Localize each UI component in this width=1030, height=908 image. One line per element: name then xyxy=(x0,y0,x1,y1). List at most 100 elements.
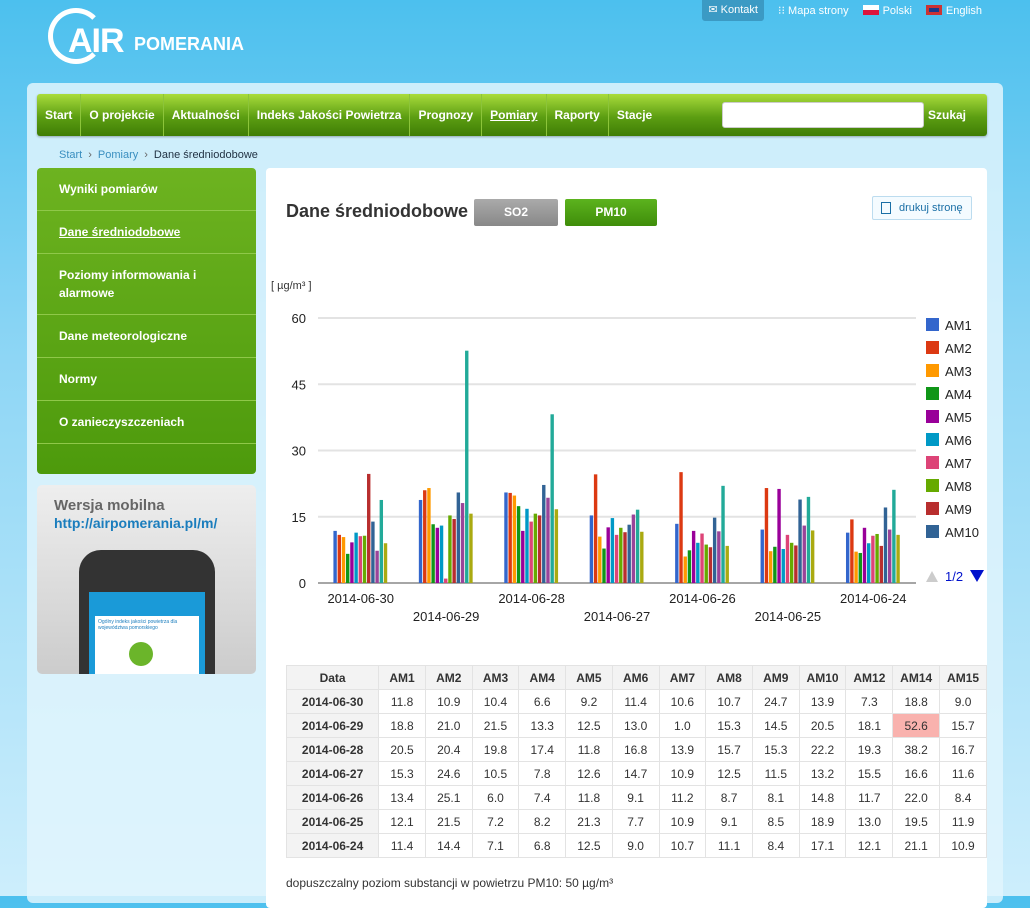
legend-label-AM9: AM9 xyxy=(945,502,972,517)
bar-AM3-2014-06-27 xyxy=(598,536,602,583)
phone-screen: Ogólny indeks jakości powietrza dla woje… xyxy=(89,592,205,674)
bar-AM15-2014-06-29 xyxy=(469,513,473,583)
bar-AM4-2014-06-24 xyxy=(858,552,862,583)
cell-value: 38.2 xyxy=(892,737,941,762)
legend-next-icon[interactable] xyxy=(970,570,984,582)
nav-stacje[interactable]: Stacje xyxy=(609,94,660,136)
row-date: 2014-06-28 xyxy=(285,737,380,762)
bar-AM5-2014-06-28 xyxy=(521,530,525,583)
sidebar-item-normy[interactable]: Normy xyxy=(37,358,256,401)
nav-pomiary[interactable]: Pomiary xyxy=(482,94,547,136)
sidebar-item-dane-sredniodobowe[interactable]: Dane średniodobowe xyxy=(37,211,256,254)
column-header: AM14 xyxy=(892,665,941,690)
nav-start[interactable]: Start xyxy=(37,94,82,136)
cell-value: 7.1 xyxy=(471,833,520,858)
cell-value: 15.3 xyxy=(751,737,800,762)
bar-AM4-2014-06-26 xyxy=(687,550,692,583)
sidebar-item-zanieczyszczenia[interactable]: O zanieczyszczeniach xyxy=(37,401,256,444)
breadcrumb-pomiary[interactable]: Pomiary xyxy=(98,149,138,161)
polski-link[interactable]: Polski xyxy=(862,4,912,17)
logo-air: AIR xyxy=(68,22,125,60)
bar-AM2-2014-06-27 xyxy=(593,474,598,583)
uk-flag-icon xyxy=(925,4,942,15)
english-link[interactable]: English xyxy=(925,4,982,17)
bar-AM6-2014-06-27 xyxy=(610,518,615,583)
bar-AM14-2014-06-28 xyxy=(550,414,554,583)
bar-AM1-2014-06-28 xyxy=(504,492,508,583)
bar-AM1-2014-06-25 xyxy=(760,529,764,583)
search-button[interactable]: Szukaj xyxy=(920,94,974,136)
column-header: Data xyxy=(285,665,380,690)
x-tick-label: 2014-06-30 xyxy=(327,591,394,606)
cell-value: 10.7 xyxy=(705,689,753,714)
legend-swatch-AM2 xyxy=(926,341,939,354)
y-tick-label: 45 xyxy=(292,377,306,392)
cell-value: 18.1 xyxy=(845,713,894,738)
sidebar-item-meteo[interactable]: Dane meteorologiczne xyxy=(37,315,256,358)
legend-label-AM8: AM8 xyxy=(945,479,972,494)
breadcrumb: Start › Pomiary › Dane średniodobowe xyxy=(59,149,258,161)
legend-label-AM1: AM1 xyxy=(945,318,972,333)
cell-value: 19.8 xyxy=(471,737,520,762)
nav-raporty[interactable]: Raporty xyxy=(547,94,609,136)
x-tick-label: 2014-06-25 xyxy=(755,609,822,624)
search-input[interactable] xyxy=(722,102,924,128)
bar-AM14-2014-06-25 xyxy=(806,496,811,583)
cell-value: 9.1 xyxy=(705,809,753,834)
bar-AM6-2014-06-25 xyxy=(781,548,785,583)
cell-value: 7.3 xyxy=(845,689,894,714)
cell-value: 11.1 xyxy=(705,833,753,858)
kontakt-link[interactable]: ✉ Kontakt xyxy=(702,0,764,21)
bar-AM4-2014-06-30 xyxy=(346,553,350,583)
row-date: 2014-06-27 xyxy=(285,761,380,786)
y-tick-label: 30 xyxy=(292,444,306,459)
nav-indeks[interactable]: Indeks Jakości Powietrza xyxy=(249,94,411,136)
bar-AM3-2014-06-28 xyxy=(512,495,517,583)
bar-AM12-2014-06-25 xyxy=(802,525,806,583)
sitemap-link[interactable]: ⁝⁝ Mapa strony xyxy=(778,4,849,17)
logo-pomerania: POMERANIA xyxy=(134,34,245,54)
cell-value: 6.0 xyxy=(471,785,520,810)
bar-AM4-2014-06-27 xyxy=(602,548,606,583)
bar-AM6-2014-06-26 xyxy=(696,542,700,583)
column-header: AM6 xyxy=(611,665,660,690)
bar-AM1-2014-06-29 xyxy=(418,499,423,583)
airpomerania-logo[interactable]: AIR POMERANIA xyxy=(48,8,248,68)
cell-value: 9.2 xyxy=(565,689,613,714)
cell-value: 8.1 xyxy=(751,785,800,810)
row-date: 2014-06-29 xyxy=(285,713,380,738)
cell-value: 12.5 xyxy=(565,713,613,738)
cell-value: 12.6 xyxy=(565,761,613,786)
sidebar-item-poziomy[interactable]: Poziomy informowania i alarmowe xyxy=(37,254,256,315)
sidebar-item-wyniki[interactable]: Wyniki pomiarów xyxy=(37,168,256,211)
bar-AM1-2014-06-30 xyxy=(333,530,337,583)
table-row: 2014-06-27 15.3 24.6 10.5 7.8 12.6 14.7 10.9 12.… xyxy=(285,761,987,786)
column-header: AM1 xyxy=(378,665,426,690)
bar-AM9-2014-06-24 xyxy=(879,545,883,583)
cell-value: 14.7 xyxy=(611,761,660,786)
cell-value: 22.2 xyxy=(798,737,847,762)
cell-value: 9.1 xyxy=(611,785,660,810)
nav-o-projekcie[interactable]: O projekcie xyxy=(81,94,164,136)
cell-value: 14.5 xyxy=(751,713,800,738)
bar-AM12-2014-06-29 xyxy=(460,503,465,583)
legend-swatch-AM4 xyxy=(926,387,939,400)
cell-value: 16.8 xyxy=(611,737,660,762)
bar-AM15-2014-06-26 xyxy=(725,545,729,583)
bar-AM12-2014-06-26 xyxy=(717,531,721,583)
bar-AM6-2014-06-28 xyxy=(525,508,529,583)
mobile-url[interactable]: http://airpomerania.pl/m/ xyxy=(54,515,217,531)
nav-aktualnosci[interactable]: Aktualności xyxy=(164,94,249,136)
bar-AM7-2014-06-29 xyxy=(444,578,448,583)
x-tick-label: 2014-06-27 xyxy=(584,609,651,624)
column-header: AM4 xyxy=(518,665,567,690)
nav-prognozy[interactable]: Prognozy xyxy=(410,94,483,136)
bar-AM12-2014-06-24 xyxy=(887,529,892,583)
x-tick-label: 2014-06-24 xyxy=(840,591,907,606)
legend-label-AM10: AM10 xyxy=(945,525,979,540)
cell-value: 10.9 xyxy=(658,761,707,786)
cell-value: 18.8 xyxy=(378,713,426,738)
cell-value: 10.6 xyxy=(658,689,707,714)
breadcrumb-start[interactable]: Start xyxy=(59,149,82,161)
mobile-version-banner[interactable]: Wersja mobilna http://airpomerania.pl/m/… xyxy=(37,485,256,674)
